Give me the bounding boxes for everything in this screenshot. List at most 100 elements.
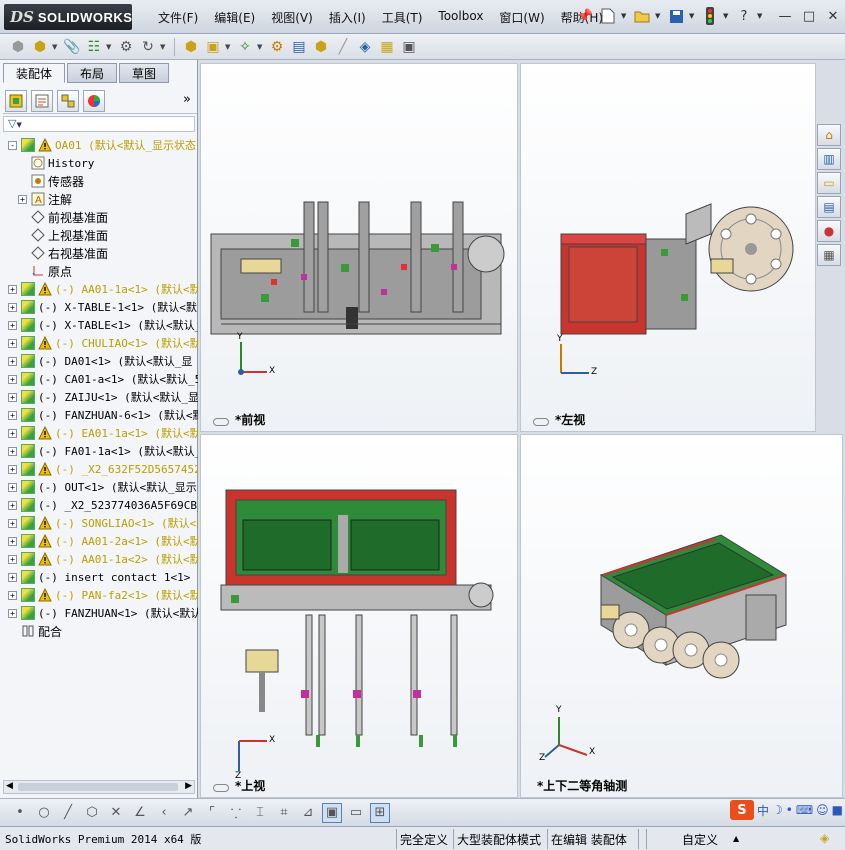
minimize-icon[interactable]: — [777, 8, 793, 24]
view-palette-icon[interactable]: ● [817, 220, 841, 242]
menu-tools[interactable]: 工具(T) [374, 9, 431, 26]
moon-icon[interactable]: ☽ [772, 803, 783, 817]
options-dropdown-icon[interactable]: ▼ [723, 12, 731, 20]
solidworks-logo[interactable]: DS SOLIDWORKS [4, 4, 132, 30]
maximize-icon[interactable]: □ [801, 8, 817, 24]
insert-dropdown-icon[interactable]: ▼ [52, 43, 60, 51]
viewport-isometric[interactable]: Y X Z *上下二等角轴测 [520, 434, 843, 798]
fillet-icon[interactable]: ⸪ [226, 803, 246, 823]
expand-icon[interactable]: + [8, 392, 17, 402]
menu-toolbox[interactable]: Toolbox [430, 9, 491, 26]
menu-insert[interactable]: 插入(I) [321, 9, 374, 26]
expand-icon[interactable]: + [8, 302, 17, 312]
expand-icon[interactable]: + [8, 428, 17, 438]
rebuild-traffic-light-icon[interactable] [700, 6, 720, 26]
keyboard-icon[interactable]: ⌨ [796, 803, 813, 817]
expand-panel-icon[interactable]: » [183, 92, 191, 107]
design-library-icon[interactable]: ▭ [817, 172, 841, 194]
tree-item[interactable]: + (-) AA01-1a<1> (默认<默 [0, 280, 198, 298]
home-icon[interactable]: ⌂ [817, 124, 841, 146]
tab-layout[interactable]: 布局 [67, 63, 118, 83]
tree-item[interactable]: + (-) DA01<1> (默认<默认_显 [0, 352, 198, 370]
tree-item[interactable]: + (-) EA01-1a<1> (默认<默 [0, 424, 198, 442]
angle-icon[interactable]: ∠ [130, 803, 150, 823]
units-selector[interactable]: 自定义 [682, 831, 718, 848]
tree-item[interactable]: 前视基准面 [0, 208, 198, 226]
pattern-dropdown-icon[interactable]: ▼ [106, 43, 114, 51]
show-hidden-icon[interactable]: ⬢ [181, 37, 201, 57]
expand-icon[interactable]: + [8, 320, 17, 330]
tab-sketch[interactable]: 草图 [119, 63, 170, 83]
polygon-icon[interactable]: ⬡ [82, 803, 102, 823]
tree-item[interactable]: + (-) OUT<1> (默认<默认_显示 [0, 478, 198, 496]
tree-item[interactable]: 右视基准面 [0, 244, 198, 262]
property-manager-icon[interactable] [31, 89, 53, 112]
clearance-verification-icon[interactable]: ▦ [377, 37, 397, 57]
move-dropdown-icon[interactable]: ▼ [160, 43, 168, 51]
trim-icon[interactable]: ✕ [106, 803, 126, 823]
custom-properties-icon[interactable]: ▦ [817, 244, 841, 266]
move-component-icon[interactable]: ↻ [138, 37, 158, 57]
linear-pattern-icon[interactable]: ☷ [84, 37, 104, 57]
explode-line-sketch-icon[interactable]: ╱ [333, 37, 353, 57]
tab-assembly[interactable]: 装配体 [3, 63, 66, 83]
scroll-right-icon[interactable]: ▶ [185, 781, 192, 791]
expand-icon[interactable]: + [8, 446, 17, 456]
four-view-icon[interactable]: ⊞ [370, 802, 390, 823]
exploded-view-icon[interactable]: ⬢ [311, 37, 331, 57]
expand-icon[interactable]: + [8, 284, 17, 294]
line-icon[interactable]: ╱ [58, 803, 78, 823]
sogou-logo[interactable]: S [729, 800, 754, 820]
expand-icon[interactable]: + [8, 554, 17, 564]
tree-item[interactable]: + (-) AA01-2a<1> (默认<默 [0, 532, 198, 550]
expand-icon[interactable]: + [8, 410, 17, 420]
tree-item[interactable]: - OA01 (默认<默认_显示状态- [0, 136, 198, 154]
save-icon[interactable] [666, 6, 686, 26]
expand-icon[interactable]: + [8, 608, 17, 618]
grid-icon[interactable]: ⌗ [274, 803, 294, 823]
tree-item[interactable]: + (-) FANZHUAN<1> (默认<默认 [0, 604, 198, 622]
expand-icon[interactable]: + [8, 590, 17, 600]
tree-item[interactable]: History [0, 154, 198, 172]
new-part-icon[interactable]: ⬢ [8, 37, 28, 57]
mirror-icon[interactable]: ‹ [154, 803, 174, 823]
link-views-icon[interactable] [533, 418, 549, 426]
expand-icon[interactable]: + [8, 572, 17, 582]
expand-icon[interactable]: + [18, 194, 27, 204]
expand-icon[interactable]: + [8, 536, 17, 546]
link-views-icon[interactable] [213, 418, 229, 426]
pin-icon[interactable]: 📌 [575, 6, 595, 26]
expand-icon[interactable]: + [8, 374, 17, 384]
tree-item[interactable]: + (-) CA01-a<1> (默认<默认_5 [0, 370, 198, 388]
features-dropdown-icon[interactable]: ▼ [225, 43, 233, 51]
corner-icon[interactable]: ⌜ [202, 803, 222, 823]
tree-item[interactable]: + (-) insert contact 1<1> ( [0, 568, 198, 586]
open-dropdown-icon[interactable]: ▼ [655, 12, 663, 20]
tree-item[interactable]: + (-) X-TABLE<1> (默认<默认_ [0, 316, 198, 334]
reference-dropdown-icon[interactable]: ▼ [257, 43, 265, 51]
menu-window[interactable]: 窗口(W) [491, 9, 552, 26]
menu-edit[interactable]: 编辑(E) [206, 9, 263, 26]
feature-manager-icon[interactable] [5, 89, 27, 112]
punctuation-icon[interactable]: • [786, 803, 793, 817]
open-folder-icon[interactable] [632, 6, 652, 26]
instant3d-icon[interactable]: ▣ [399, 37, 419, 57]
new-document-icon[interactable] [598, 6, 618, 26]
link-views-icon[interactable] [213, 784, 229, 792]
viewport-left[interactable]: Y Z *左视 [520, 63, 816, 432]
tree-item[interactable]: 传感器 [0, 172, 198, 190]
smart-fasteners-icon[interactable]: ⚙ [116, 37, 136, 57]
tree-item[interactable]: 原点 [0, 262, 198, 280]
tree-item[interactable]: 上视基准面 [0, 226, 198, 244]
configuration-manager-icon[interactable] [57, 89, 79, 112]
scroll-left-icon[interactable]: ◀ [6, 781, 13, 791]
mate-icon[interactable]: 📎 [62, 37, 82, 57]
tree-horizontal-scrollbar[interactable]: ◀ ▶ [3, 780, 195, 794]
tree-item[interactable]: + (-) _X2_523774036A5F69CB_ [0, 496, 198, 514]
scrollbar-thumb[interactable] [18, 783, 178, 791]
expand-icon[interactable]: + [8, 356, 17, 366]
filter-dropdown-icon[interactable]: ▼ [16, 121, 21, 129]
menu-file[interactable]: 文件(F) [150, 9, 206, 26]
expand-icon[interactable]: + [8, 482, 17, 492]
reference-geometry-icon[interactable]: ✧ [235, 37, 255, 57]
